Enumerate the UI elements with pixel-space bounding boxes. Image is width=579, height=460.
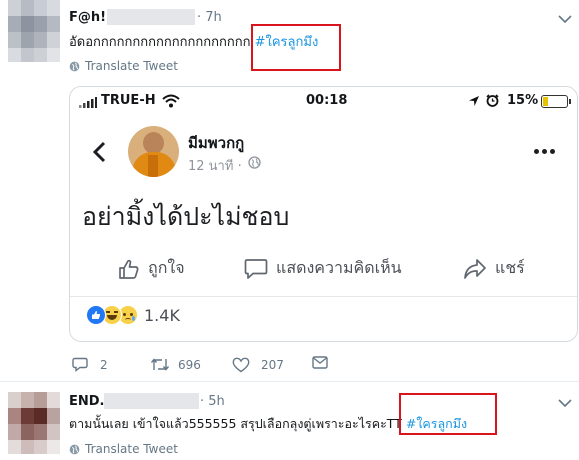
- tweet-text-body: อัดอกกกกกกกกกกกกกกกกกกกก: [69, 35, 255, 50]
- alarm-icon: [486, 94, 499, 107]
- retweet-button[interactable]: 696: [150, 357, 201, 372]
- embedded-image[interactable]: TRUE-H 00:18 15% มีมพวกกู 12 นาที · อย่า…: [69, 86, 578, 342]
- translate-label: Translate Tweet: [85, 442, 178, 456]
- battery-icon: [541, 95, 571, 108]
- back-arrow-icon[interactable]: [92, 141, 106, 163]
- tweet-time[interactable]: · 5h: [200, 394, 225, 409]
- carrier-name: TRUE-H: [101, 93, 156, 108]
- translate-tweet-link[interactable]: Translate Tweet: [69, 442, 178, 456]
- tweet-divider: [0, 381, 579, 382]
- translate-tweet-link[interactable]: Translate Tweet: [69, 59, 178, 73]
- battery-percent: 15%: [507, 93, 539, 108]
- globe-icon: [69, 61, 80, 71]
- comment-label: แสดงความคิดเห็น: [276, 258, 402, 277]
- reply-icon: [72, 357, 88, 372]
- post-time: 12 นาที ·: [188, 159, 242, 174]
- tweet-time[interactable]: · 7h: [197, 10, 222, 25]
- comment-button[interactable]: แสดงความคิดเห็น: [244, 256, 402, 281]
- redacted-username: [107, 9, 195, 25]
- retweet-icon: [150, 358, 170, 371]
- chevron-down-icon[interactable]: [558, 14, 572, 24]
- public-globe-icon: [248, 156, 261, 169]
- more-options-icon[interactable]: [534, 149, 555, 154]
- phone-status-bar: TRUE-H 00:18 15%: [70, 87, 577, 115]
- tweet-text-body: ตามนั้นเลย เข้าใจแล้ว555555 สรุปเลือกลุง…: [69, 416, 406, 431]
- like-button[interactable]: ถูกใจ: [118, 256, 185, 281]
- page-avatar[interactable]: [128, 126, 179, 177]
- translate-label: Translate Tweet: [85, 59, 178, 73]
- share-arrow-icon: [464, 258, 486, 279]
- highlight-box: [251, 24, 341, 71]
- reactions-summary[interactable]: 1.4K: [86, 305, 180, 325]
- redacted-username: [104, 393, 199, 409]
- page-name[interactable]: มีมพวกกู: [188, 131, 244, 155]
- globe-icon: [69, 444, 80, 454]
- divider: [70, 296, 577, 297]
- reply-count: 2: [100, 357, 108, 372]
- like-reaction-icon: [86, 305, 106, 325]
- post-text: อย่ามิ้งได้ปะไม่ชอบ: [82, 202, 290, 231]
- reaction-count: 1.4K: [144, 305, 180, 325]
- phone-clock: 00:18: [306, 93, 348, 108]
- user-handle[interactable]: F@h!: [69, 10, 106, 25]
- highlight-box: [399, 393, 497, 435]
- like-label: ถูกใจ: [148, 258, 185, 277]
- chevron-down-icon[interactable]: [558, 398, 572, 408]
- retweet-count: 696: [178, 357, 201, 372]
- like-tweet-button[interactable]: 207: [232, 357, 284, 373]
- location-arrow-icon: [469, 96, 479, 106]
- user-handle[interactable]: END.: [69, 394, 105, 409]
- share-button[interactable]: แชร์: [463, 256, 525, 281]
- reply-button[interactable]: 2: [72, 357, 108, 372]
- like-count: 207: [261, 358, 284, 372]
- comment-icon: [244, 258, 268, 279]
- heart-icon: [232, 357, 250, 373]
- avatar[interactable]: [8, 0, 60, 62]
- signal-icon: [79, 97, 97, 108]
- direct-message-icon[interactable]: [312, 355, 328, 370]
- thumbs-up-icon: [119, 259, 139, 279]
- avatar[interactable]: [8, 392, 60, 454]
- wifi-icon: [162, 94, 180, 108]
- share-label: แชร์: [495, 258, 525, 277]
